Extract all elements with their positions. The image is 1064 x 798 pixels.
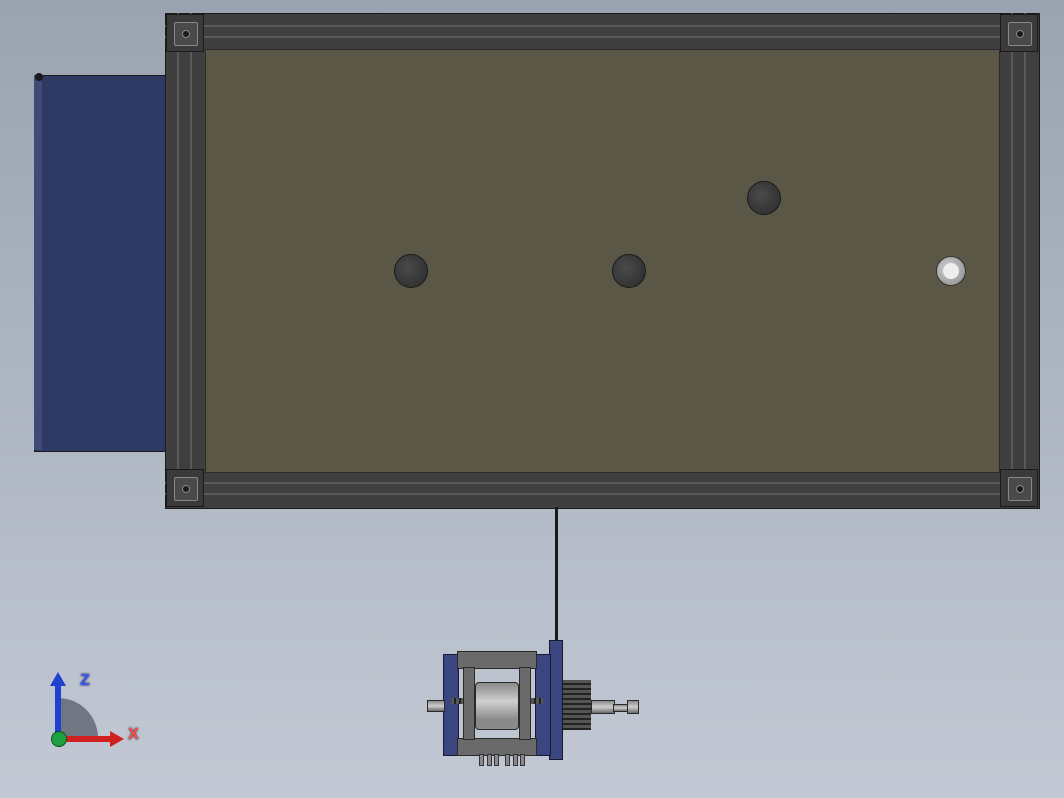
panel-boss-4-light <box>936 256 966 286</box>
frame-slot-line <box>190 13 192 507</box>
frame-corner-tr <box>1000 14 1038 52</box>
asm-shaft-1 <box>591 700 615 714</box>
frame-corner-br <box>1000 469 1038 507</box>
asm-shaft-left <box>427 700 445 712</box>
frame-corner-bl <box>166 469 204 507</box>
vertical-shaft <box>555 507 558 649</box>
lower-assembly <box>423 638 653 774</box>
asm-post <box>519 667 531 740</box>
frame-slot-line <box>1024 13 1026 507</box>
panel-boss-2 <box>612 254 646 288</box>
frame-slot-line <box>177 13 179 507</box>
axis-y-arrow[interactable] <box>51 731 67 747</box>
axis-x-label: X <box>128 726 139 744</box>
panel-boss-3 <box>747 181 781 215</box>
left-side-plate <box>34 75 167 452</box>
asm-cylinder <box>475 682 519 730</box>
asm-pins <box>479 754 499 766</box>
panel-boss-1 <box>394 254 428 288</box>
asm-post <box>463 667 475 740</box>
frame-slot-line <box>165 25 1038 27</box>
left-side-plate-hole <box>35 73 43 81</box>
asm-pins <box>505 754 525 766</box>
asm-side-right <box>535 654 551 756</box>
axis-z-label: Z <box>80 672 90 690</box>
frame-slot-line <box>1011 13 1013 507</box>
frame-slot-line <box>165 36 1038 38</box>
left-side-plate-edge <box>34 75 42 450</box>
frame-corner-tl <box>166 14 204 52</box>
frame-panel-top <box>205 49 1000 473</box>
frame-slot-line <box>165 482 1038 484</box>
asm-shaft-3 <box>627 700 639 714</box>
cad-viewport[interactable]: Z X <box>0 0 1064 798</box>
view-orientation-triad[interactable]: Z X <box>38 678 128 768</box>
asm-sprocket <box>563 680 591 730</box>
asm-backplate <box>549 640 563 760</box>
axis-z-arrow[interactable] <box>55 682 61 738</box>
frame-slot-line <box>165 493 1038 495</box>
